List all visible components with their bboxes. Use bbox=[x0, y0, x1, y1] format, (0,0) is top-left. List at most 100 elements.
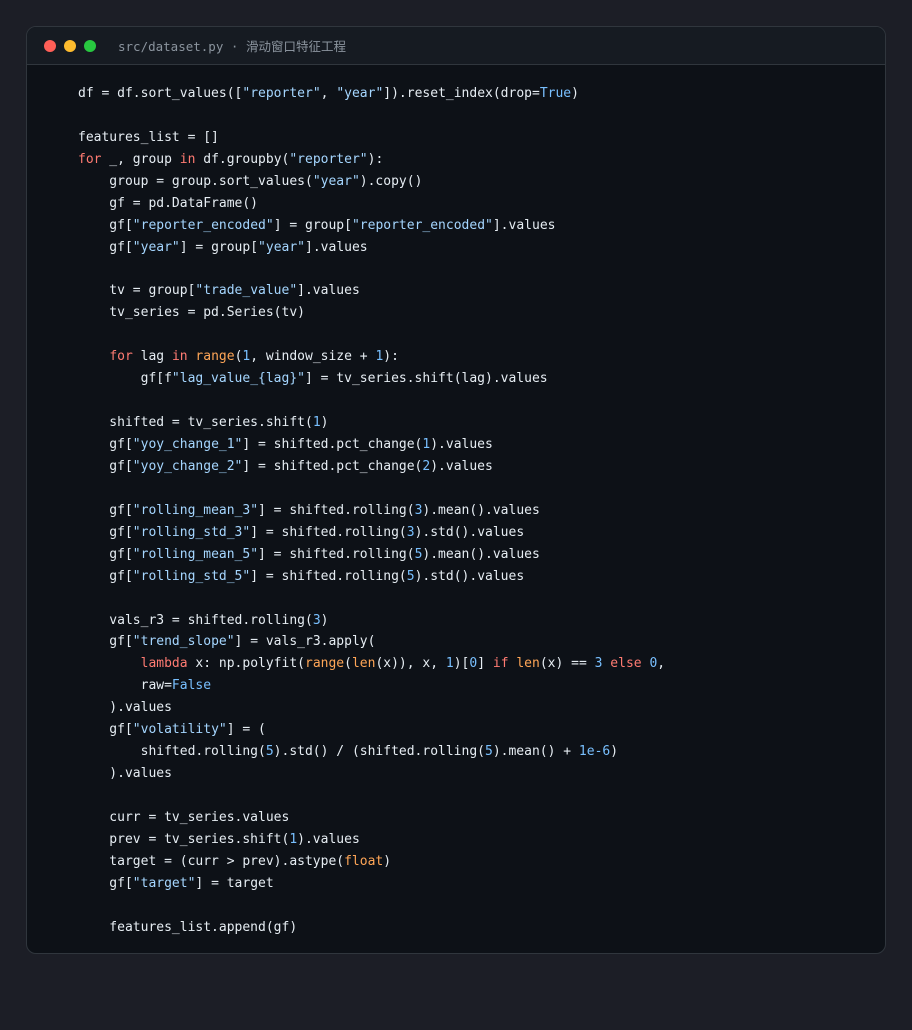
code-token: , bbox=[657, 656, 666, 672]
title-separator: · bbox=[223, 39, 246, 54]
code-token: gf[ bbox=[78, 239, 133, 255]
code-token: 5 bbox=[485, 744, 493, 760]
code-token: features_list = [] bbox=[78, 129, 219, 145]
code-editor[interactable]: df = df.sort_values(["reporter", "year"]… bbox=[78, 83, 875, 939]
code-token: for bbox=[78, 151, 102, 167]
code-line: for lag in range(1, window_size + 1): bbox=[78, 346, 875, 368]
code-token: ) bbox=[383, 853, 392, 869]
code-token: gf[ bbox=[78, 546, 133, 562]
code-token: ).std() / (shifted.rolling( bbox=[273, 744, 485, 760]
code-token: curr = tv_series.values bbox=[78, 809, 290, 825]
code-token: _, group bbox=[101, 151, 180, 167]
code-token: ).std().values bbox=[414, 568, 525, 584]
file-path: src/dataset.py bbox=[118, 39, 224, 54]
code-token: gf = pd.DataFrame() bbox=[78, 195, 259, 211]
code-token: tv = group[ bbox=[78, 283, 196, 299]
code-line: gf["rolling_mean_3"] = shifted.rolling(3… bbox=[78, 500, 875, 522]
code-token: ).mean().values bbox=[422, 546, 540, 562]
code-token: target = (curr > prev).astype( bbox=[78, 853, 345, 869]
code-window: src/dataset.py · 滑动窗口特征工程 df = df.sort_v… bbox=[26, 26, 886, 954]
code-token: "yoy_change_2" bbox=[132, 458, 243, 474]
code-token: ] = shifted.pct_change( bbox=[242, 437, 423, 452]
code-line: shifted.rolling(5).std() / (shifted.roll… bbox=[78, 741, 875, 763]
code-token: 1e-6 bbox=[578, 744, 611, 760]
code-token: False bbox=[171, 678, 212, 694]
code-line: group = group.sort_values("year").copy() bbox=[78, 171, 875, 193]
code-token: ] = group[ bbox=[273, 217, 352, 233]
code-token: , window_size + bbox=[250, 349, 376, 365]
code-token: (x)), x, bbox=[375, 656, 446, 672]
code-line: df = df.sort_values(["reporter", "year"]… bbox=[78, 83, 875, 105]
code-token: ] = tv_series.shift(lag).values bbox=[304, 371, 548, 387]
code-token: len bbox=[351, 656, 376, 672]
code-token: ) bbox=[320, 415, 329, 431]
code-line: target = (curr > prev).astype(float) bbox=[78, 851, 875, 873]
code-token: True bbox=[539, 86, 572, 101]
code-token: ] = shifted.pct_change( bbox=[242, 458, 423, 474]
code-token: gf[ bbox=[78, 437, 133, 452]
maximize-window-button[interactable] bbox=[84, 39, 96, 52]
code-line: prev = tv_series.shift(1).values bbox=[78, 829, 875, 851]
code-token: (x) == bbox=[539, 656, 595, 672]
code-line: gf["rolling_std_3"] = shifted.rolling(3)… bbox=[78, 522, 875, 544]
code-token: 5 bbox=[265, 744, 274, 760]
code-token: ).mean() + bbox=[492, 744, 579, 760]
code-token: ] bbox=[477, 656, 493, 672]
code-token: "yoy_change_1" bbox=[132, 437, 243, 452]
code-token: ] = shifted.rolling( bbox=[250, 524, 407, 540]
code-token: gf[ bbox=[78, 568, 133, 584]
code-token: "year" bbox=[312, 173, 360, 189]
code-line: tv_series = pd.Series(tv) bbox=[78, 302, 875, 324]
window-subtitle: 滑动窗口特征工程 bbox=[245, 39, 346, 54]
code-token: else bbox=[610, 656, 642, 672]
code-line: gf["rolling_std_5"] = shifted.rolling(5)… bbox=[78, 566, 875, 588]
close-window-button[interactable] bbox=[44, 39, 56, 52]
code-token: ] = ( bbox=[226, 722, 266, 738]
code-line: gf["volatility"] = ( bbox=[78, 719, 875, 741]
code-token: "rolling_mean_5" bbox=[132, 546, 259, 562]
code-line: gf["year"] = group["year"].values bbox=[78, 237, 875, 259]
code-token: gf[ bbox=[78, 722, 133, 738]
code-token: ].values bbox=[305, 239, 368, 255]
code-token: ] = vals_r3.apply( bbox=[234, 634, 376, 650]
code-line: features_list.append(gf) bbox=[78, 917, 875, 939]
code-token: ] = shifted.rolling( bbox=[258, 546, 415, 562]
code-token: ] = group[ bbox=[179, 239, 259, 255]
code-token: "year" bbox=[258, 239, 306, 255]
code-token: lag bbox=[132, 349, 172, 365]
code-token: ] = target bbox=[195, 875, 274, 891]
code-token: ) bbox=[320, 612, 329, 628]
code-token: ).values bbox=[430, 458, 493, 474]
code-token: ) bbox=[610, 744, 619, 760]
code-line: gf["trend_slope"] = vals_r3.apply( bbox=[78, 631, 875, 653]
code-token: range bbox=[305, 656, 345, 672]
code-token: gf[ bbox=[78, 524, 133, 540]
code-line: gf["rolling_mean_5"] = shifted.rolling(5… bbox=[78, 544, 875, 566]
code-token: if bbox=[492, 656, 509, 672]
code-token: "rolling_mean_3" bbox=[132, 502, 259, 518]
code-line: gf["yoy_change_1"] = shifted.pct_change(… bbox=[78, 434, 875, 456]
code-token: "trade_value" bbox=[195, 283, 298, 299]
code-line: ).values bbox=[78, 697, 875, 719]
code-token: prev = tv_series.shift( bbox=[78, 831, 290, 847]
code-token: "reporter" bbox=[242, 86, 321, 101]
code-token: , bbox=[320, 86, 337, 101]
code-line: shifted = tv_series.shift(1) bbox=[78, 412, 875, 434]
code-token: shifted.rolling( bbox=[78, 744, 266, 760]
code-token: 3 bbox=[406, 524, 415, 540]
code-token: "rolling_std_3" bbox=[132, 524, 251, 540]
code-token: "reporter" bbox=[289, 151, 368, 167]
code-token: "reporter_encoded" bbox=[132, 217, 274, 233]
code-token: lambda bbox=[140, 656, 188, 672]
code-token: 1 bbox=[445, 656, 454, 672]
minimize-window-button[interactable] bbox=[64, 39, 76, 52]
window-title: src/dataset.py · 滑动窗口特征工程 bbox=[118, 36, 346, 55]
code-token: ): bbox=[383, 349, 399, 365]
code-token: in bbox=[179, 151, 196, 167]
code-line: gf["target"] = target bbox=[78, 873, 875, 895]
code-token: ).values bbox=[297, 831, 360, 847]
code-token: ].values bbox=[297, 283, 360, 299]
code-line: vals_r3 = shifted.rolling(3) bbox=[78, 610, 875, 632]
